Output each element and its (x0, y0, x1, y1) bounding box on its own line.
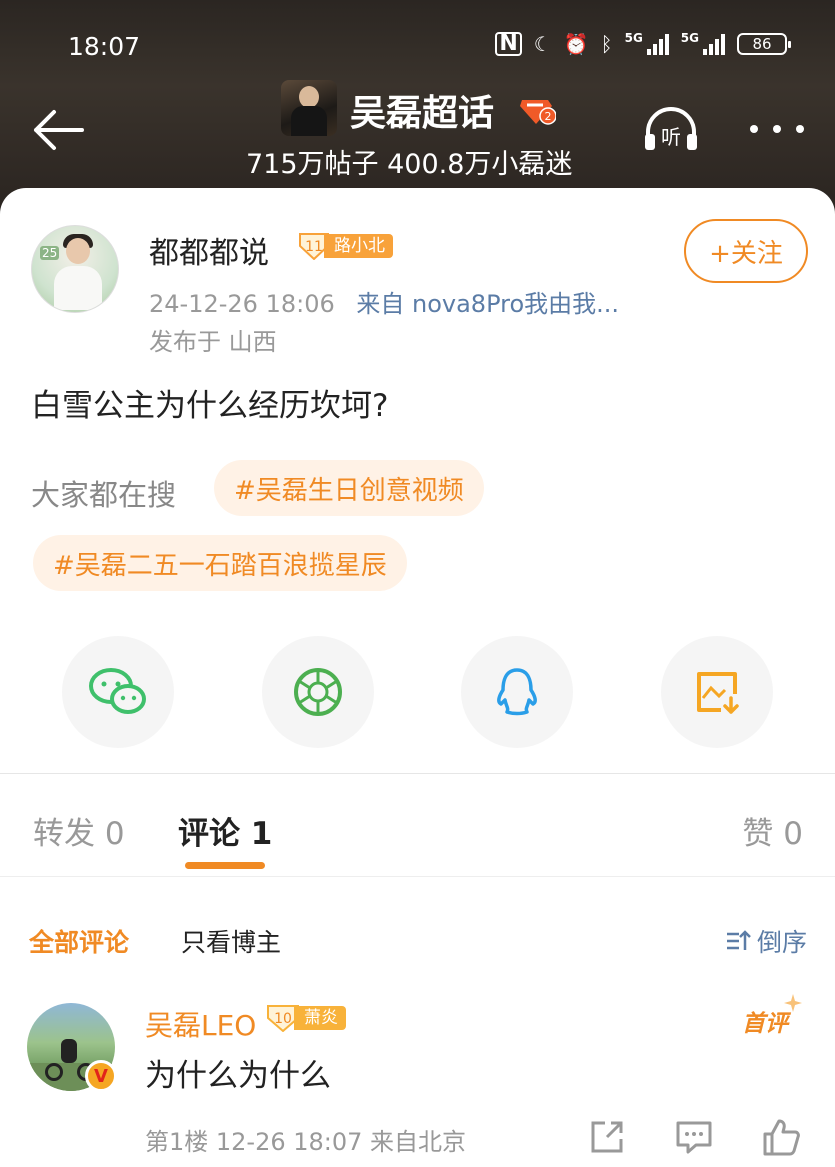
more-options-button[interactable] (750, 118, 804, 140)
share-qq-button[interactable] (461, 636, 573, 748)
post-text: 白雪公主为什么经历坎坷? (31, 388, 389, 424)
battery-icon: 86 (737, 33, 791, 55)
share-wechat-button[interactable] (62, 636, 174, 748)
dot-icon (750, 125, 758, 133)
level-tag: 路小北 (324, 234, 393, 258)
first-comment-badge: 首评 (742, 994, 802, 1038)
wechat-icon (89, 668, 146, 714)
follow-button[interactable]: +关注 (684, 219, 808, 283)
divider (0, 876, 835, 877)
author-name[interactable]: 都都都说 (149, 228, 269, 272)
status-bar: 18:07 N ☾ ⏰ ᛒ 5G 5G 86 (0, 0, 835, 90)
search-tag[interactable]: #吴磊生日创意视频 (214, 460, 484, 516)
topic-avatar[interactable] (281, 80, 337, 136)
sparkle-icon (784, 994, 802, 1012)
thumbs-up-icon (763, 1119, 800, 1156)
active-tab-indicator (185, 862, 265, 869)
level-tag: 萧炎 (294, 1006, 346, 1030)
do-not-disturb-icon: ☾ (533, 32, 552, 56)
topic-rank-badge-icon: 2 (518, 96, 557, 126)
topic-stats: 715万帖子 400.8万小磊迷 (246, 149, 573, 180)
save-image-icon (697, 672, 739, 714)
status-icons: N ☾ ⏰ ᛒ 5G 5G 86 (495, 32, 791, 56)
post-location: 发布于 山西 (149, 328, 277, 356)
tab-like[interactable]: 赞 0 (742, 808, 803, 853)
bluetooth-icon: ᛒ (600, 32, 613, 56)
commenter-name[interactable]: 吴磊LEO (145, 1004, 256, 1044)
nfc-icon: N (495, 32, 522, 56)
comment-like-button[interactable] (761, 1117, 801, 1157)
svg-text:11: 11 (305, 239, 323, 255)
back-arrow-icon (34, 110, 84, 150)
share-icon (591, 1121, 623, 1153)
comment-reply-button[interactable] (674, 1117, 714, 1157)
post-time: 24-12-26 18:06 (149, 290, 335, 318)
signal-2-icon: 5G (681, 32, 725, 55)
post-meta: 24-12-26 18:06 来自 nova8Pro我由我... (149, 284, 619, 319)
alarm-icon: ⏰ (563, 32, 589, 56)
post-source[interactable]: 来自 nova8Pro我由我... (356, 290, 619, 318)
topic-title[interactable]: 吴磊超话 (350, 84, 494, 136)
svg-text:2: 2 (545, 110, 552, 123)
author-avatar[interactable]: 25 (31, 225, 119, 313)
dot-icon (796, 125, 804, 133)
headphones-icon: 听 (645, 107, 697, 150)
comment-text: 为什么为什么 (145, 1058, 331, 1094)
sort-icon (726, 930, 751, 950)
dot-icon (773, 125, 781, 133)
sort-button[interactable]: 倒序 (725, 923, 807, 959)
tab-repost[interactable]: 转发 0 (33, 808, 125, 853)
qq-icon (497, 668, 537, 716)
comment-meta: 第1楼 12-26 18:07 来自北京 (145, 1128, 467, 1156)
back-button[interactable] (30, 108, 86, 152)
svg-text:10: 10 (274, 1011, 292, 1027)
author-level-badge[interactable]: 11 路小北 (298, 232, 393, 260)
moments-icon (294, 668, 342, 716)
listen-button[interactable]: 听 (642, 106, 700, 154)
search-tag[interactable]: #吴磊二五一石踏百浪揽星辰 (33, 535, 407, 591)
topic-header: 18:07 N ☾ ⏰ ᛒ 5G 5G 86 吴磊超话 2 715万帖子 400… (0, 0, 835, 215)
comment-icon (676, 1121, 712, 1154)
filter-all-comments[interactable]: 全部评论 (29, 923, 129, 959)
verified-icon: V (85, 1060, 117, 1092)
commenter-level-badge[interactable]: 10 萧炎 (266, 1004, 346, 1032)
divider (0, 773, 835, 774)
search-label: 大家都在搜 (31, 478, 177, 512)
share-moments-button[interactable] (262, 636, 374, 748)
signal-1-icon: 5G (625, 32, 669, 55)
filter-author-only[interactable]: 只看博主 (181, 923, 281, 959)
svg-text:听: 听 (661, 125, 681, 149)
save-image-button[interactable] (661, 636, 773, 748)
tab-comment[interactable]: 评论 1 (178, 808, 272, 853)
status-time: 18:07 (68, 32, 141, 61)
comment-share-button[interactable] (587, 1117, 627, 1157)
